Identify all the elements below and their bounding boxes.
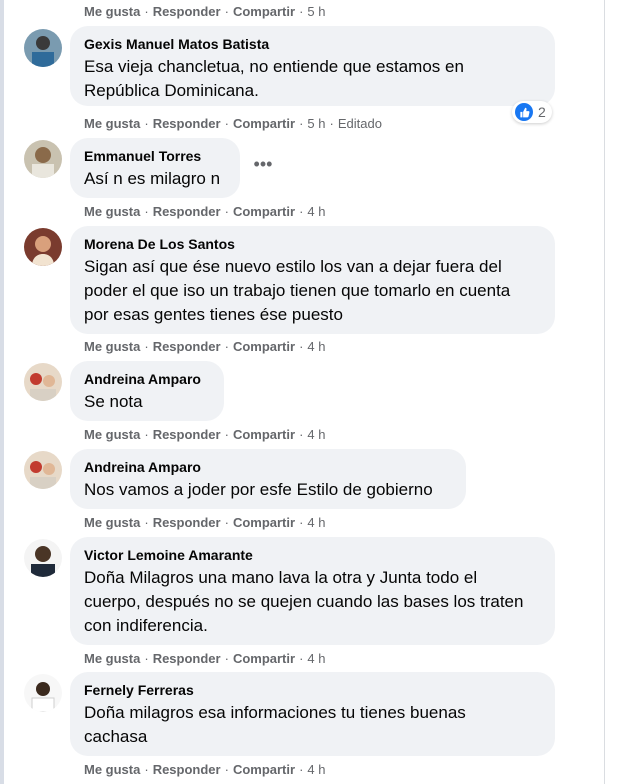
reaction-count: 2 xyxy=(538,104,546,120)
scrollbar-edge[interactable] xyxy=(604,0,605,784)
comment-author[interactable]: Andreina Amparo xyxy=(84,458,452,476)
avatar[interactable] xyxy=(24,29,62,67)
comment-author[interactable]: Gexis Manuel Matos Batista xyxy=(84,35,541,53)
comment-text: Doña milagros esa informaciones tu tiene… xyxy=(84,703,466,746)
like-link[interactable]: Me gusta xyxy=(84,4,140,19)
like-icon xyxy=(515,103,533,121)
like-link[interactable]: Me gusta xyxy=(84,116,140,131)
more-options-icon[interactable]: ••• xyxy=(252,155,274,179)
comment-bubble: Gexis Manuel Matos Batista Esa vieja cha… xyxy=(70,26,555,106)
timestamp[interactable]: 4 h xyxy=(307,204,325,219)
timestamp[interactable]: 5 h xyxy=(307,4,325,19)
share-link[interactable]: Compartir xyxy=(233,762,295,777)
share-link[interactable]: Compartir xyxy=(233,339,295,354)
avatar[interactable] xyxy=(24,451,62,489)
like-link[interactable]: Me gusta xyxy=(84,427,140,442)
comment-text: Se nota xyxy=(84,392,143,411)
edited-label[interactable]: Editado xyxy=(338,116,382,131)
share-link[interactable]: Compartir xyxy=(233,515,295,530)
timestamp[interactable]: 5 h xyxy=(307,116,325,131)
reply-link[interactable]: Responder xyxy=(153,515,221,530)
reply-link[interactable]: Responder xyxy=(153,4,221,19)
reply-link[interactable]: Responder xyxy=(153,204,221,219)
comment-actions: Me gusta · Responder · Compartir · 5 h xyxy=(84,3,326,19)
comment-text: Esa vieja chancletua, no entiende que es… xyxy=(84,57,464,100)
comment-bubble: Victor Lemoine Amarante Doña Milagros un… xyxy=(70,537,555,645)
like-link[interactable]: Me gusta xyxy=(84,515,140,530)
timestamp[interactable]: 4 h xyxy=(307,651,325,666)
comment-author[interactable]: Victor Lemoine Amarante xyxy=(84,546,541,564)
comment-text: Doña Milagros una mano lava la otra y Ju… xyxy=(84,568,524,635)
avatar[interactable] xyxy=(24,363,62,401)
comment-text: Nos vamos a joder por esfe Estilo de gob… xyxy=(84,480,433,499)
like-link[interactable]: Me gusta xyxy=(84,762,140,777)
timestamp[interactable]: 4 h xyxy=(307,762,325,777)
comment-actions: Me gusta · Responder · Compartir · 4 h xyxy=(84,426,326,442)
comment-text: Así n es milagro n xyxy=(84,169,221,188)
timestamp[interactable]: 4 h xyxy=(307,339,325,354)
reply-link[interactable]: Responder xyxy=(153,339,221,354)
share-link[interactable]: Compartir xyxy=(233,651,295,666)
reply-link[interactable]: Responder xyxy=(153,427,221,442)
share-link[interactable]: Compartir xyxy=(233,204,295,219)
reaction-summary[interactable]: 2 xyxy=(512,101,552,123)
comment-actions: Me gusta · Responder · Compartir · 4 h xyxy=(84,761,326,777)
like-link[interactable]: Me gusta xyxy=(84,339,140,354)
reply-link[interactable]: Responder xyxy=(153,116,221,131)
comment-bubble: Emmanuel Torres Así n es milagro n xyxy=(70,138,240,198)
timestamp[interactable]: 4 h xyxy=(307,427,325,442)
avatar[interactable] xyxy=(24,140,62,178)
reply-link[interactable]: Responder xyxy=(153,762,221,777)
comment-text: Sigan así que ése nuevo estilo los van a… xyxy=(84,257,511,324)
like-link[interactable]: Me gusta xyxy=(84,204,140,219)
comment-actions: Me gusta · Responder · Compartir · 4 h xyxy=(84,338,326,354)
comment-bubble: Morena De Los Santos Sigan así que ése n… xyxy=(70,226,555,334)
comment-bubble: Fernely Ferreras Doña milagros esa infor… xyxy=(70,672,555,756)
share-link[interactable]: Compartir xyxy=(233,4,295,19)
comment-actions: Me gusta · Responder · Compartir · 4 h xyxy=(84,650,326,666)
timestamp[interactable]: 4 h xyxy=(307,515,325,530)
share-link[interactable]: Compartir xyxy=(233,427,295,442)
comment-actions: Me gusta · Responder · Compartir · 4 h xyxy=(84,203,326,219)
comment-author[interactable]: Fernely Ferreras xyxy=(84,681,541,699)
reply-link[interactable]: Responder xyxy=(153,651,221,666)
avatar[interactable] xyxy=(24,539,62,577)
thread-line xyxy=(0,0,4,784)
comment-actions: Me gusta · Responder · Compartir · 4 h xyxy=(84,514,326,530)
avatar[interactable] xyxy=(24,674,62,712)
comment-bubble: Andreina Amparo Nos vamos a joder por es… xyxy=(70,449,466,509)
comment-author[interactable]: Emmanuel Torres xyxy=(84,147,226,165)
like-link[interactable]: Me gusta xyxy=(84,651,140,666)
comment-actions: Me gusta · Responder · Compartir · 5 h ·… xyxy=(84,115,382,131)
share-link[interactable]: Compartir xyxy=(233,116,295,131)
avatar[interactable] xyxy=(24,228,62,266)
comment-bubble: Andreina Amparo Se nota xyxy=(70,361,224,421)
comment-author[interactable]: Andreina Amparo xyxy=(84,370,210,388)
comment-author[interactable]: Morena De Los Santos xyxy=(84,235,541,253)
